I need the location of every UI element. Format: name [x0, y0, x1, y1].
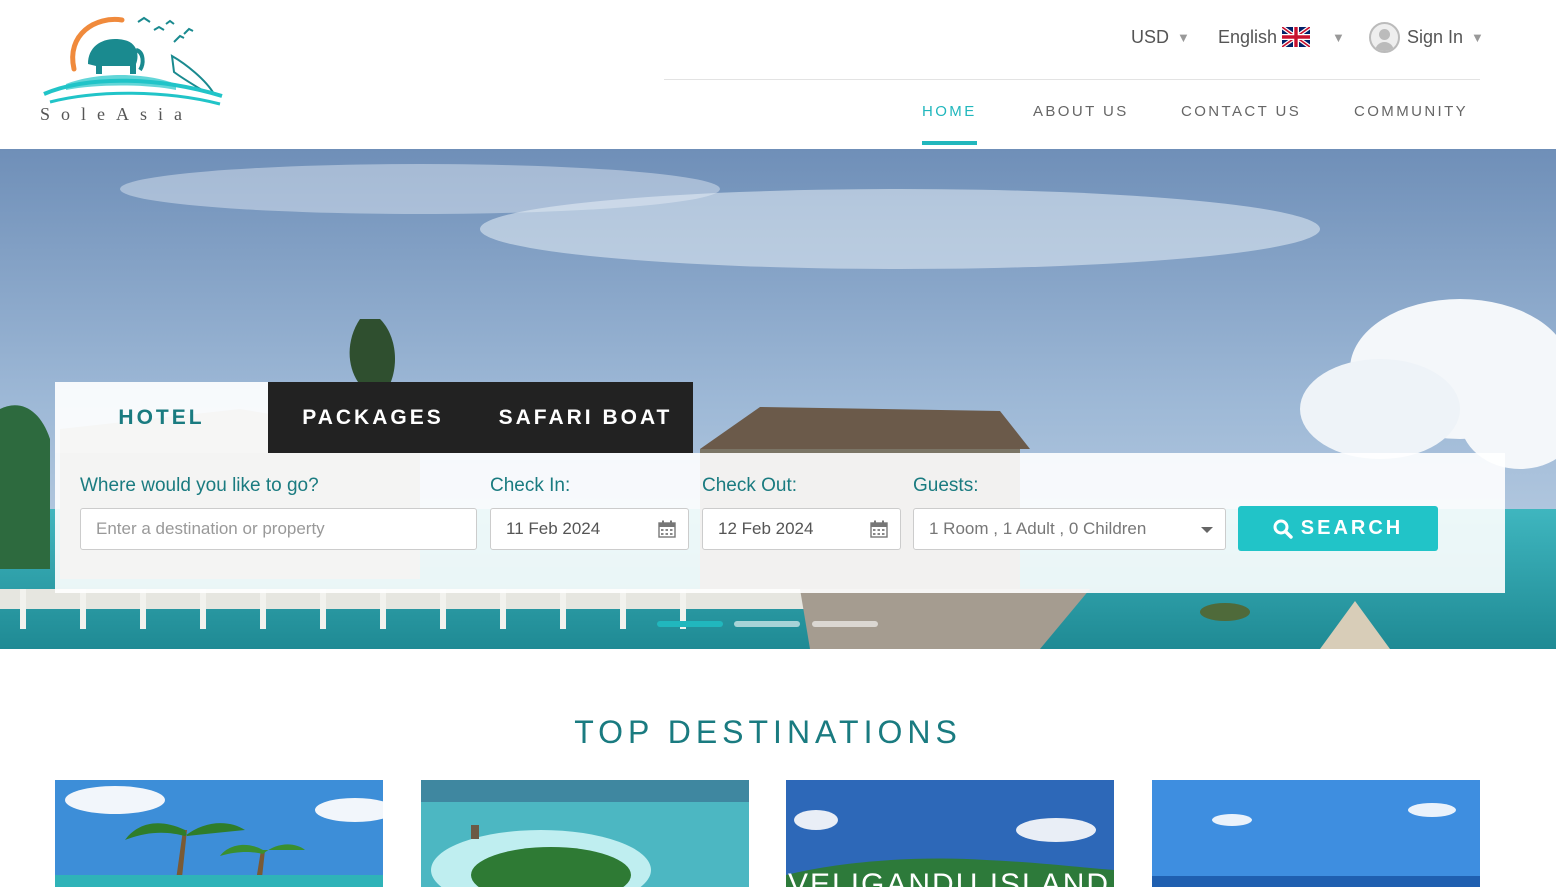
destination-label: Where would you like to go?: [80, 475, 319, 496]
currency-label: USD: [1131, 26, 1170, 47]
destination-placeholder: Enter a destination or property: [96, 519, 325, 538]
checkin-label: Check In:: [490, 475, 571, 496]
carousel-dot-2[interactable]: [734, 621, 800, 627]
checkout-value: 12 Feb 2024: [718, 519, 814, 538]
nav-contact-us-label: CONTACT US: [1181, 103, 1302, 120]
brand-wordmark: SoleAsia: [40, 104, 193, 124]
destination-card[interactable]: [55, 780, 383, 887]
guests-label: Guests:: [913, 475, 979, 496]
caret-down-icon: ▼: [1471, 29, 1484, 45]
destination-card[interactable]: VELIGANDU ISLAND: [786, 780, 1114, 887]
checkout-date-field[interactable]: 12 Feb 2024: [702, 508, 901, 550]
calendar-icon: [658, 520, 676, 538]
hotel-search-form: Where would you like to go? Enter a dest…: [55, 453, 1505, 593]
guests-value: 1 Room , 1 Adult , 0 Children: [929, 519, 1147, 538]
nav-about-us[interactable]: ABOUT US: [1033, 103, 1129, 147]
tab-packages[interactable]: PACKAGES: [268, 382, 478, 453]
atoll-aerial-image: [421, 780, 749, 887]
search-button-label: SEARCH: [1300, 517, 1404, 539]
user-avatar-icon: [1369, 21, 1400, 53]
destination-card-label: VELIGANDU ISLAND: [788, 868, 1111, 887]
nav-community-label: COMMUNITY: [1354, 103, 1469, 120]
tab-hotel[interactable]: HOTEL: [55, 382, 268, 453]
nav-contact-us[interactable]: CONTACT US: [1181, 103, 1301, 147]
tab-safari-boat[interactable]: SAFARI BOAT: [478, 382, 693, 453]
language-label: English: [1218, 26, 1278, 47]
beach-palm-image: [55, 780, 383, 887]
calendar-icon: [870, 520, 888, 538]
nav-about-us-label: ABOUT US: [1033, 103, 1129, 120]
top-destinations-title: TOP DESTINATIONS: [574, 714, 962, 750]
checkin-date-field[interactable]: 11 Feb 2024: [490, 508, 689, 550]
nav-active-indicator: [922, 141, 977, 145]
carousel-dot-1[interactable]: [657, 621, 723, 627]
search-button[interactable]: SEARCH: [1238, 506, 1438, 551]
sign-in-menu[interactable]: Sign In ▼: [1369, 21, 1484, 53]
destination-input[interactable]: Enter a destination or property: [80, 508, 477, 550]
destination-card[interactable]: [1152, 780, 1480, 887]
ocean-sky-image: [1152, 780, 1480, 887]
header-divider: [664, 79, 1480, 80]
uk-flag-icon: [1280, 25, 1312, 49]
guests-select[interactable]: 1 Room , 1 Adult , 0 Children: [913, 508, 1226, 550]
dropdown-arrow-icon: [1201, 527, 1213, 533]
nav-community[interactable]: COMMUNITY: [1354, 103, 1468, 147]
sign-in-label: Sign In: [1407, 26, 1464, 47]
search-tabs: HOTEL PACKAGES SAFARI BOAT: [55, 382, 693, 453]
destination-card[interactable]: [421, 780, 749, 887]
currency-selector[interactable]: USD ▼: [1131, 22, 1190, 52]
search-icon: [1273, 519, 1293, 539]
caret-down-icon: ▼: [1332, 29, 1345, 45]
checkin-value: 11 Feb 2024: [506, 519, 601, 538]
caret-down-icon: ▼: [1177, 29, 1190, 45]
nav-home[interactable]: HOME: [922, 103, 977, 147]
checkout-label: Check Out:: [702, 475, 798, 496]
nav-home-label: HOME: [922, 103, 977, 120]
language-selector[interactable]: English ▼: [1218, 22, 1345, 52]
site-header: SoleAsia USD ▼ English ▼ Sign In ▼ HOME …: [0, 0, 1556, 149]
carousel-dot-3[interactable]: [812, 621, 878, 627]
